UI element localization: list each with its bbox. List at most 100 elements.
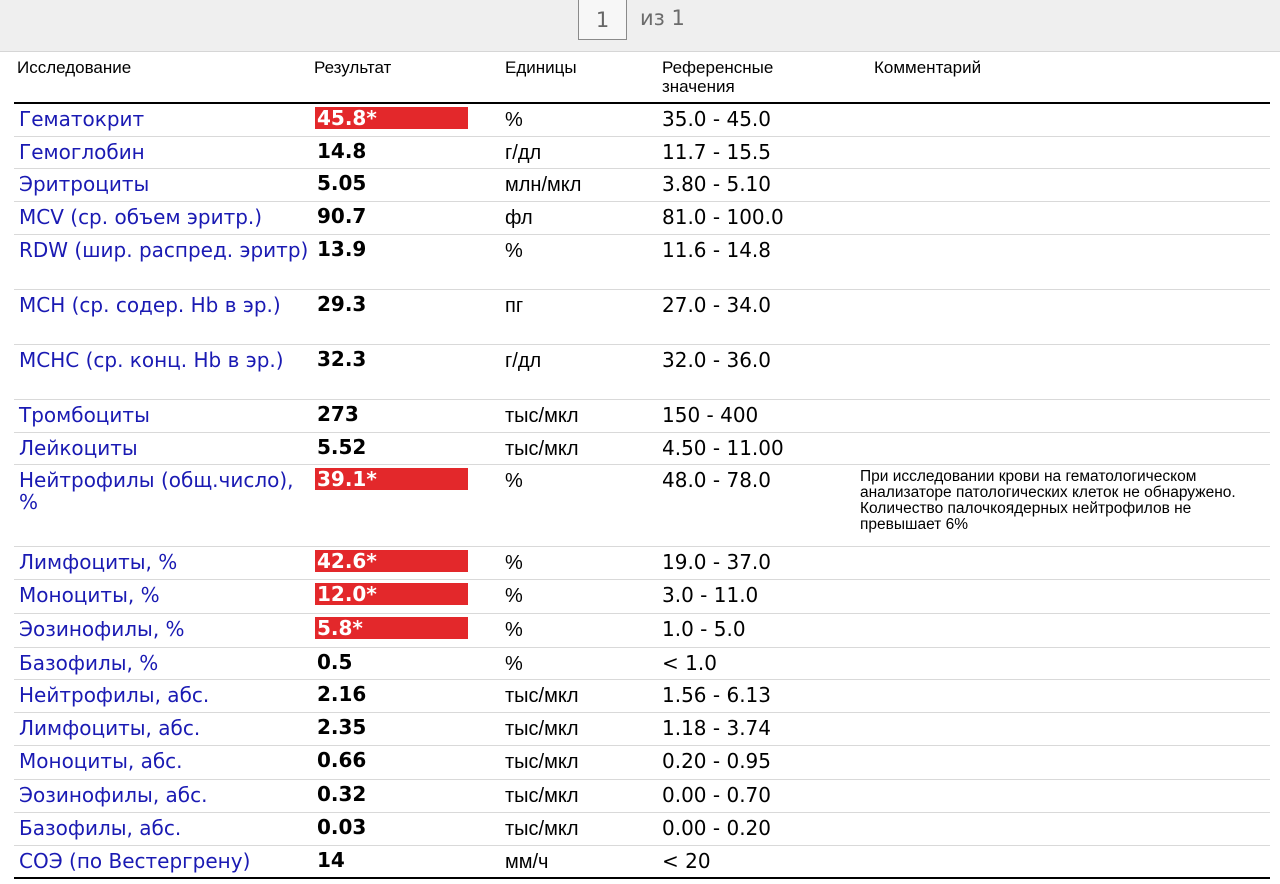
result-unit: г/дл [505, 350, 542, 372]
result-unit: % [505, 552, 523, 574]
table-row-platelets: Тромбоциты 273 тыс/мкл 150 - 400 [14, 400, 1270, 433]
result-value: 0.32 [317, 782, 367, 806]
test-name: Лимфоциты, % [19, 550, 178, 574]
result-unit: тыс/мкл [505, 685, 579, 707]
reference-range: 0.00 - 0.20 [662, 816, 771, 840]
page-count-label: из 1 [640, 6, 685, 30]
test-name: Моноциты, абс. [19, 749, 183, 773]
table-row-lymphocytes-abs: Лимфоциты, абс. 2.35 тыс/мкл 1.18 - 3.74 [14, 713, 1270, 746]
result-unit: тыс/мкл [505, 405, 579, 427]
result-unit: пг [505, 295, 524, 317]
result-value: 5.52 [317, 435, 367, 459]
table-row-basophils-pct: Базофилы, % 0.5% < 1.0 [14, 648, 1270, 680]
result-unit: % [505, 585, 523, 607]
result-value: 14 [317, 848, 345, 872]
test-name: Эозинофилы, абс. [19, 783, 208, 807]
table-row-rdw: RDW (шир. распред. эритр) 13.9% 11.6 - 14.… [14, 235, 1270, 290]
table-row-eosinophils-abs: Эозинофилы, абс. 0.32 тыс/мкл 0.00 - 0.70 [14, 780, 1270, 813]
table-row-mch: MCH (ср. содер. Hb в эр.) 29.3 пг 27.0 - 34… [14, 290, 1270, 345]
reference-range: 35.0 - 45.0 [662, 107, 771, 131]
table-row-erythrocytes: Эритроциты 5.05 млн/мкл 3.80 - 5.10 [14, 169, 1270, 202]
table-row-hematocrit: Гематокрит 45.8*% 35.0 - 45.0 [14, 102, 1270, 137]
table-row-mcv: MCV (ср. объем эритр.) 90.7 фл 81.0 - 100.0 [14, 202, 1270, 235]
header-result: Результат [314, 58, 392, 77]
result-value-flagged: 5.8* [315, 617, 468, 639]
result-value: 5.05 [317, 171, 367, 195]
result-value: 13.9 [317, 237, 367, 261]
result-value-flagged: 12.0* [315, 583, 468, 605]
header-test: Исследование [17, 58, 132, 77]
reference-range: 1.56 - 6.13 [662, 683, 771, 707]
header-reference: Референсные значения [662, 58, 774, 96]
result-value: 2.35 [317, 715, 367, 739]
result-unit: тыс/мкл [505, 818, 579, 840]
result-unit: г/дл [505, 142, 542, 164]
table-row-mchc: MCHC (ср. конц. Hb в эр.) 32.3 г/дл 32.0 - … [14, 345, 1270, 400]
test-name: Базофилы, % [19, 651, 159, 675]
reference-range: 3.0 - 11.0 [662, 583, 759, 607]
result-comment: При исследовании крови на гематологическ… [860, 468, 1236, 533]
reference-range: 3.80 - 5.10 [662, 172, 771, 196]
reference-range: 81.0 - 100.0 [662, 205, 784, 229]
test-name: СОЭ (по Вестергрену) [19, 849, 251, 873]
table-row-basophils-abs: Базофилы, абс. 0.03 тыс/мкл 0.00 - 0.20 [14, 813, 1270, 846]
result-value: 273 [317, 402, 359, 426]
result-unit: % [505, 470, 523, 492]
result-unit: тыс/мкл [505, 718, 579, 740]
result-unit: % [505, 240, 523, 262]
header-comment: Комментарий [874, 58, 982, 77]
test-name: RDW (шир. распред. эритр) [19, 238, 309, 262]
result-unit: тыс/мкл [505, 785, 579, 807]
result-unit: мм/ч [505, 851, 549, 873]
result-value-flagged: 42.6* [315, 550, 468, 572]
reference-range: 11.7 - 15.5 [662, 140, 771, 164]
test-name: Эритроциты [19, 172, 150, 196]
table-row-leukocytes: Лейкоциты 5.52 тыс/мкл 4.50 - 11.00 [14, 433, 1270, 465]
result-unit: фл [505, 207, 533, 229]
result-value: 0.5 [317, 650, 353, 674]
reference-range: < 20 [662, 849, 711, 873]
table-row-lymphocytes-pct: Лимфоциты, % 42.6*% 19.0 - 37.0 [14, 547, 1270, 580]
test-name: Лимфоциты, абс. [19, 716, 201, 740]
result-unit: тыс/мкл [505, 751, 579, 773]
reference-range: 48.0 - 78.0 [662, 468, 771, 492]
reference-range: 1.0 - 5.0 [662, 617, 746, 641]
table-row-monocytes-abs: Моноциты, абс. 0.66 тыс/мкл 0.20 - 0.95 [14, 746, 1270, 780]
table-row-monocytes-pct: Моноциты, % 12.0*% 3.0 - 11.0 [14, 580, 1270, 614]
result-unit: тыс/мкл [505, 438, 579, 460]
header-units: Единицы [505, 58, 577, 77]
result-value: 0.03 [317, 815, 367, 839]
test-name: Гематокрит [19, 107, 145, 131]
result-unit: % [505, 109, 523, 131]
result-unit: % [505, 619, 523, 641]
result-value: 2.16 [317, 682, 367, 706]
reference-range: < 1.0 [662, 651, 717, 675]
test-name: Лейкоциты [19, 436, 138, 460]
test-name: Нейтрофилы (общ.число), % [19, 468, 294, 514]
reference-range: 1.18 - 3.74 [662, 716, 771, 740]
test-name: Гемоглобин [19, 140, 145, 164]
table-row-eosinophils-pct: Эозинофилы, % 5.8*% 1.0 - 5.0 [14, 614, 1270, 648]
reference-range: 32.0 - 36.0 [662, 348, 771, 372]
test-name: Эозинофилы, % [19, 617, 185, 641]
test-name: MCV (ср. объем эритр.) [19, 205, 263, 229]
reference-range: 19.0 - 37.0 [662, 550, 771, 574]
reference-range: 27.0 - 34.0 [662, 293, 771, 317]
test-name: Нейтрофилы, абс. [19, 683, 210, 707]
reference-range: 0.20 - 0.95 [662, 749, 771, 773]
test-name: MCHC (ср. конц. Hb в эр.) [19, 348, 284, 372]
result-value: 32.3 [317, 347, 367, 371]
test-name: Базофилы, абс. [19, 816, 182, 840]
result-value: 90.7 [317, 204, 367, 228]
reference-range: 0.00 - 0.70 [662, 783, 771, 807]
reference-range: 4.50 - 11.00 [662, 436, 784, 460]
reference-range: 11.6 - 14.8 [662, 238, 771, 262]
result-value: 0.66 [317, 748, 367, 772]
table-row-neutrophils-pct: Нейтрофилы (общ.число), % 39.1*% 48.0 - 78… [14, 465, 1270, 547]
result-value: 14.8 [317, 139, 367, 163]
page-number-input[interactable]: 1 [578, 0, 627, 40]
pdf-toolbar: 1 из 1 [0, 0, 1280, 52]
result-unit: млн/мкл [505, 174, 582, 196]
result-value: 29.3 [317, 292, 367, 316]
result-unit: % [505, 653, 523, 675]
